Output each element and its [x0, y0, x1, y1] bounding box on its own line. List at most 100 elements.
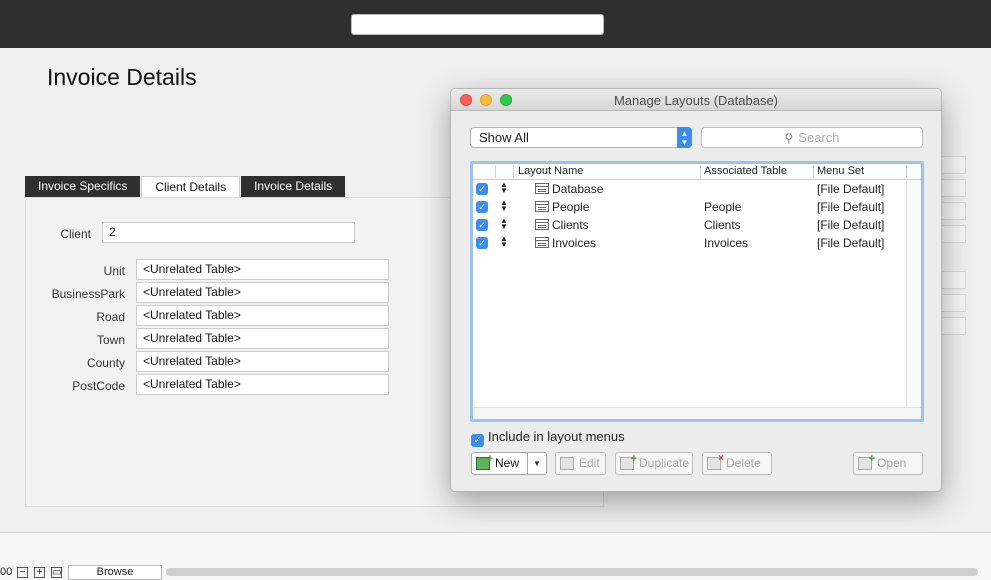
- new-layout-button[interactable]: + New: [471, 452, 528, 475]
- list-horizontal-scrollbar[interactable]: [473, 407, 921, 419]
- layout-icon: [535, 237, 549, 248]
- layouts-list[interactable]: Layout Name Associated Table Menu Set ✓ …: [470, 161, 924, 422]
- background-field: [940, 156, 966, 174]
- column-header-associated-table[interactable]: Associated Table: [704, 165, 787, 177]
- background-field: [940, 225, 966, 243]
- include-checkbox[interactable]: ✓: [476, 219, 488, 231]
- background-field: [940, 317, 966, 335]
- businesspark-field[interactable]: <Unrelated Table>: [136, 282, 389, 303]
- county-label: County: [86, 356, 125, 370]
- dialog-title: Manage Layouts (Database): [613, 93, 779, 108]
- layout-row[interactable]: ✓ ▲ ▼ Clients Clients [File Default]: [473, 216, 921, 234]
- unit-field[interactable]: <Unrelated Table>: [136, 259, 389, 280]
- tab-invoice-details[interactable]: Invoice Details: [241, 176, 346, 198]
- drag-handle-icon[interactable]: ▲ ▼: [500, 235, 508, 249]
- delete-button-label: Delete: [726, 456, 761, 470]
- background-field: [940, 179, 966, 197]
- background-field: [940, 202, 966, 220]
- tab-client-details[interactable]: Client Details: [141, 176, 241, 198]
- layout-row[interactable]: ✓ ▲ ▼ People People [File Default]: [473, 198, 921, 216]
- top-toolbar: [0, 0, 991, 48]
- new-layout-icon: +: [476, 454, 493, 470]
- status-toolbar-icon[interactable]: ▭: [51, 567, 62, 578]
- column-divider: [813, 165, 814, 178]
- road-field[interactable]: <Unrelated Table>: [136, 305, 389, 326]
- duplicate-button[interactable]: + Duplicate: [615, 452, 693, 475]
- town-label: Town: [96, 333, 125, 347]
- column-header-menu-set[interactable]: Menu Set: [817, 165, 864, 177]
- chevron-down-icon: ▼: [533, 459, 541, 468]
- manage-layouts-dialog: Manage Layouts (Database) Show All ▲ ▼ ⚲ S…: [450, 88, 942, 492]
- drag-handle-icon[interactable]: ▲ ▼: [500, 199, 508, 213]
- search-placeholder: Search: [798, 130, 840, 145]
- tab-control: Invoice Specifics Client Details Invoice…: [25, 176, 346, 198]
- search-icon: ⚲: [784, 131, 794, 145]
- road-label: Road: [96, 310, 125, 324]
- duplicate-button-label: Duplicate: [639, 456, 690, 470]
- delete-layout-icon: ×: [707, 454, 724, 470]
- zoom-in-icon[interactable]: +: [34, 567, 45, 578]
- background-field: [940, 294, 966, 312]
- open-button-label: Open: [877, 456, 907, 470]
- layout-name: Database: [552, 182, 604, 196]
- edit-layout-icon: [560, 457, 574, 470]
- tab-invoice-specifics[interactable]: Invoice Specifics: [25, 176, 141, 198]
- layout-row[interactable]: ✓ ▲ ▼ Invoices Invoices [File Default]: [473, 234, 921, 252]
- drag-handle-icon[interactable]: ▲ ▼: [500, 181, 508, 195]
- postcode-field[interactable]: <Unrelated Table>: [136, 374, 389, 395]
- page-title: Invoice Details: [47, 64, 197, 90]
- horizontal-scrollbar[interactable]: [166, 568, 978, 576]
- include-checkbox[interactable]: ✓: [476, 183, 488, 195]
- postcode-label: PostCode: [72, 379, 125, 393]
- businesspark-label: BusinessPark: [51, 287, 125, 301]
- filter-popup[interactable]: Show All ▲ ▼: [470, 127, 692, 148]
- new-dropdown-button[interactable]: ▼: [527, 452, 547, 475]
- background-field: [940, 271, 966, 289]
- menu-set: [File Default]: [817, 218, 885, 232]
- include-in-menus-checkbox[interactable]: ✓ Include in layout menus: [471, 429, 625, 447]
- dialog-titlebar[interactable]: Manage Layouts (Database): [451, 89, 941, 111]
- zoom-out-icon[interactable]: −: [17, 567, 28, 578]
- client-label: Client: [60, 227, 91, 241]
- include-checkbox[interactable]: ✓: [476, 201, 488, 213]
- column-header-layout-name[interactable]: Layout Name: [518, 165, 583, 177]
- edit-button-label: Edit: [579, 456, 600, 470]
- status-bar: 00 − + ▭ Browse: [0, 532, 991, 580]
- layout-name: Clients: [552, 218, 589, 232]
- quick-find-field[interactable]: [351, 14, 604, 35]
- list-header: Layout Name Associated Table Menu Set: [473, 164, 921, 180]
- edit-button[interactable]: Edit: [555, 452, 606, 475]
- layout-icon: [535, 219, 549, 230]
- menu-set: [File Default]: [817, 200, 885, 214]
- mode-selector[interactable]: Browse: [68, 565, 162, 580]
- column-divider: [906, 165, 907, 178]
- delete-button[interactable]: × Delete: [702, 452, 772, 475]
- new-button-label: New: [495, 456, 520, 470]
- menu-set: [File Default]: [817, 182, 885, 196]
- updown-chevron-icon: ▲ ▼: [677, 127, 692, 148]
- search-input[interactable]: ⚲ Search: [701, 127, 923, 148]
- town-field[interactable]: <Unrelated Table>: [136, 328, 389, 349]
- list-vertical-scrollbar[interactable]: [906, 180, 921, 407]
- client-field[interactable]: 2: [102, 222, 355, 243]
- unit-label: Unit: [103, 264, 125, 278]
- duplicate-layout-icon: +: [620, 454, 637, 470]
- layout-name: Invoices: [552, 236, 597, 250]
- layout-row[interactable]: ✓ ▲ ▼ Database [File Default]: [473, 180, 921, 198]
- checkmark-icon: ✓: [471, 434, 484, 447]
- filter-popup-value: Show All: [479, 130, 529, 145]
- layout-name: People: [552, 200, 590, 214]
- open-layout-icon: +: [858, 454, 875, 470]
- zoom-level: 00: [0, 566, 13, 578]
- drag-handle-icon[interactable]: ▲ ▼: [500, 217, 508, 231]
- layout-icon: [535, 201, 549, 212]
- associated-table: Invoices: [704, 236, 749, 250]
- column-divider: [495, 165, 496, 178]
- county-field[interactable]: <Unrelated Table>: [136, 351, 389, 372]
- include-checkbox[interactable]: ✓: [476, 237, 488, 249]
- column-divider: [700, 165, 701, 178]
- associated-table: Clients: [704, 218, 741, 232]
- open-button[interactable]: + Open: [853, 452, 923, 475]
- menu-set: [File Default]: [817, 236, 885, 250]
- include-in-menus-label: Include in layout menus: [488, 429, 625, 444]
